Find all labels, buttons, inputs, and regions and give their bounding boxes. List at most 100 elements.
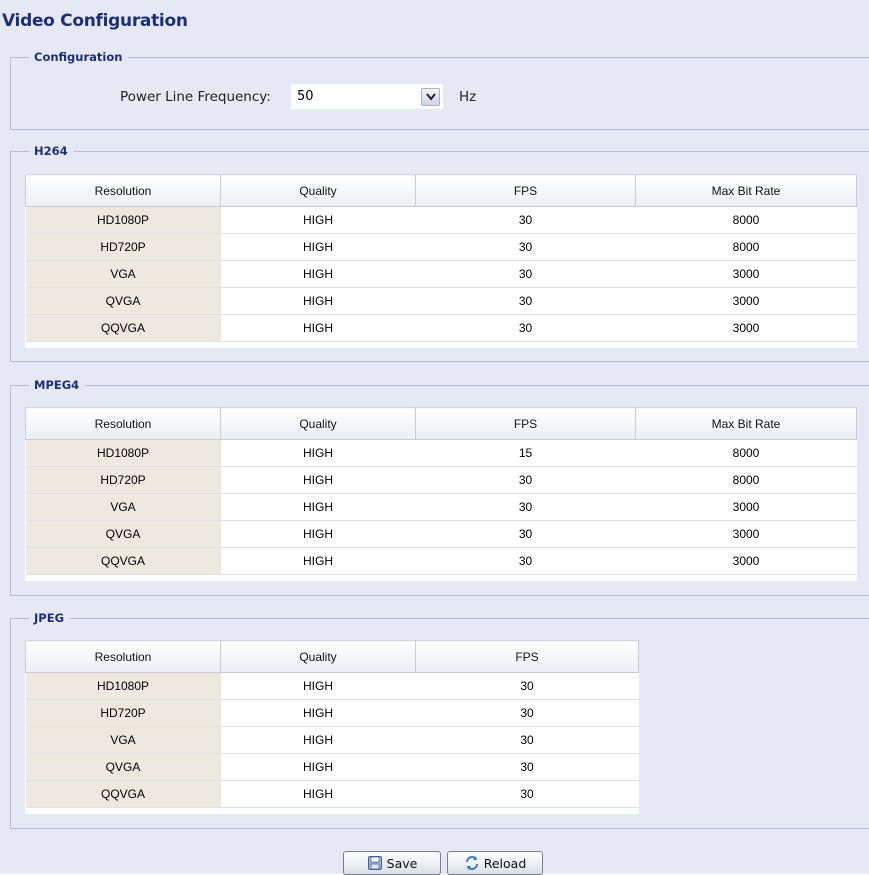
spacer-cell [25, 341, 221, 348]
table-cell: 3000 [635, 547, 857, 575]
table-cell: 30 [415, 260, 636, 288]
table-cell: QQVGA [25, 547, 221, 575]
mpeg4-legend: MPEG4 [34, 378, 80, 392]
table-row: HD1080P HIGH 30 8000 [25, 206, 857, 234]
table-spacer-row [25, 341, 857, 348]
reload-icon [464, 855, 480, 871]
table-cell: 30 [415, 672, 639, 700]
column-header: Quality [220, 174, 416, 207]
table-cell: 3000 [635, 520, 857, 548]
table-cell: HD720P [25, 466, 221, 494]
table-cell: QVGA [25, 287, 221, 315]
table-cell: QVGA [25, 520, 221, 548]
column-header: FPS [415, 407, 636, 440]
table-cell: 8000 [635, 233, 857, 261]
spacer-cell [220, 574, 416, 581]
table-cell: 30 [415, 466, 636, 494]
table-cell: VGA [25, 493, 221, 521]
column-header: Max Bit Rate [635, 174, 857, 207]
table-cell: 30 [415, 780, 639, 808]
table-cell: 30 [415, 493, 636, 521]
spacer-cell [25, 807, 221, 814]
column-header: Resolution [25, 407, 221, 440]
spacer-cell [220, 807, 416, 814]
table-row: QQVGA HIGH 30 3000 [25, 314, 857, 342]
save-icon [367, 855, 383, 871]
table-cell: HD1080P [25, 439, 221, 467]
reload-button[interactable]: Reload [447, 851, 543, 875]
table-cell: 30 [415, 520, 636, 548]
table-cell: 30 [415, 699, 639, 727]
table-row: QVGA HIGH 30 3000 [25, 520, 857, 548]
table-cell: HIGH [220, 726, 416, 754]
table-row: QVGA HIGH 30 3000 [25, 287, 857, 315]
table-cell: HIGH [220, 780, 416, 808]
save-button[interactable]: Save [343, 851, 441, 875]
table-cell: QVGA [25, 753, 221, 781]
spacer-cell [25, 574, 221, 581]
table-spacer-row [25, 574, 857, 581]
configuration-legend: Configuration [34, 50, 123, 64]
table-header-row: Resolution Quality FPS Max Bit Rate [25, 407, 857, 440]
table-cell: QQVGA [25, 780, 221, 808]
table-cell: HIGH [220, 547, 416, 575]
power-line-frequency-label: Power Line Frequency: [120, 89, 271, 105]
table-cell: HIGH [220, 439, 416, 467]
table-cell: HIGH [220, 672, 416, 700]
table-cell: 8000 [635, 206, 857, 234]
table-cell: HD1080P [25, 672, 221, 700]
table-row: VGA HIGH 30 3000 [25, 493, 857, 521]
power-line-frequency-select[interactable]: 50 [291, 84, 443, 109]
video-configuration-page: Video Configuration Configuration Power … [0, 0, 869, 875]
jpeg-table: Resolution Quality FPS HD1080P HIGH 30 HD720P H… [25, 640, 639, 814]
table-row: QQVGA HIGH 30 3000 [25, 547, 857, 575]
table-cell: HIGH [220, 493, 416, 521]
table-row: QQVGA HIGH 30 [25, 780, 639, 808]
spacer-cell [220, 341, 416, 348]
column-header: Resolution [25, 174, 221, 207]
column-header: FPS [415, 174, 636, 207]
table-cell: 30 [415, 314, 636, 342]
table-spacer-row [25, 807, 639, 814]
table-cell: 3000 [635, 287, 857, 315]
table-cell: HIGH [220, 699, 416, 727]
table-cell: HIGH [220, 206, 416, 234]
table-cell: 30 [415, 547, 636, 575]
table-cell: HD720P [25, 699, 221, 727]
table-cell: 3000 [635, 314, 857, 342]
table-row: HD720P HIGH 30 8000 [25, 233, 857, 261]
table-cell: HD1080P [25, 206, 221, 234]
mpeg4-table: Resolution Quality FPS Max Bit Rate HD1080P H… [25, 407, 857, 581]
table-row: HD1080P HIGH 15 8000 [25, 439, 857, 467]
table-cell: VGA [25, 726, 221, 754]
column-header: Quality [220, 640, 416, 673]
table-row: VGA HIGH 30 3000 [25, 260, 857, 288]
table-cell: HIGH [220, 233, 416, 261]
column-header: Resolution [25, 640, 221, 673]
table-row: HD720P HIGH 30 [25, 699, 639, 727]
table-row: VGA HIGH 30 [25, 726, 639, 754]
power-line-frequency-unit: Hz [459, 89, 477, 105]
jpeg-legend: JPEG [34, 611, 65, 625]
table-cell: HD720P [25, 233, 221, 261]
spacer-cell [415, 574, 636, 581]
table-cell: QQVGA [25, 314, 221, 342]
reload-button-label: Reload [483, 855, 527, 871]
table-cell: 15 [415, 439, 636, 467]
table-cell: 3000 [635, 493, 857, 521]
table-row: HD1080P HIGH 30 [25, 672, 639, 700]
table-row: HD720P HIGH 30 8000 [25, 466, 857, 494]
table-cell: HIGH [220, 314, 416, 342]
table-cell: HIGH [220, 753, 416, 781]
column-header: FPS [415, 640, 639, 673]
table-cell: HIGH [220, 466, 416, 494]
chevron-down-icon[interactable] [421, 88, 440, 106]
h264-table: Resolution Quality FPS Max Bit Rate HD1080P H… [25, 174, 857, 348]
table-row: QVGA HIGH 30 [25, 753, 639, 781]
power-line-frequency-value: 50 [297, 89, 314, 104]
table-cell: 8000 [635, 466, 857, 494]
table-header-row: Resolution Quality FPS [25, 640, 639, 673]
table-cell: VGA [25, 260, 221, 288]
table-cell: 30 [415, 233, 636, 261]
spacer-cell [635, 341, 857, 348]
